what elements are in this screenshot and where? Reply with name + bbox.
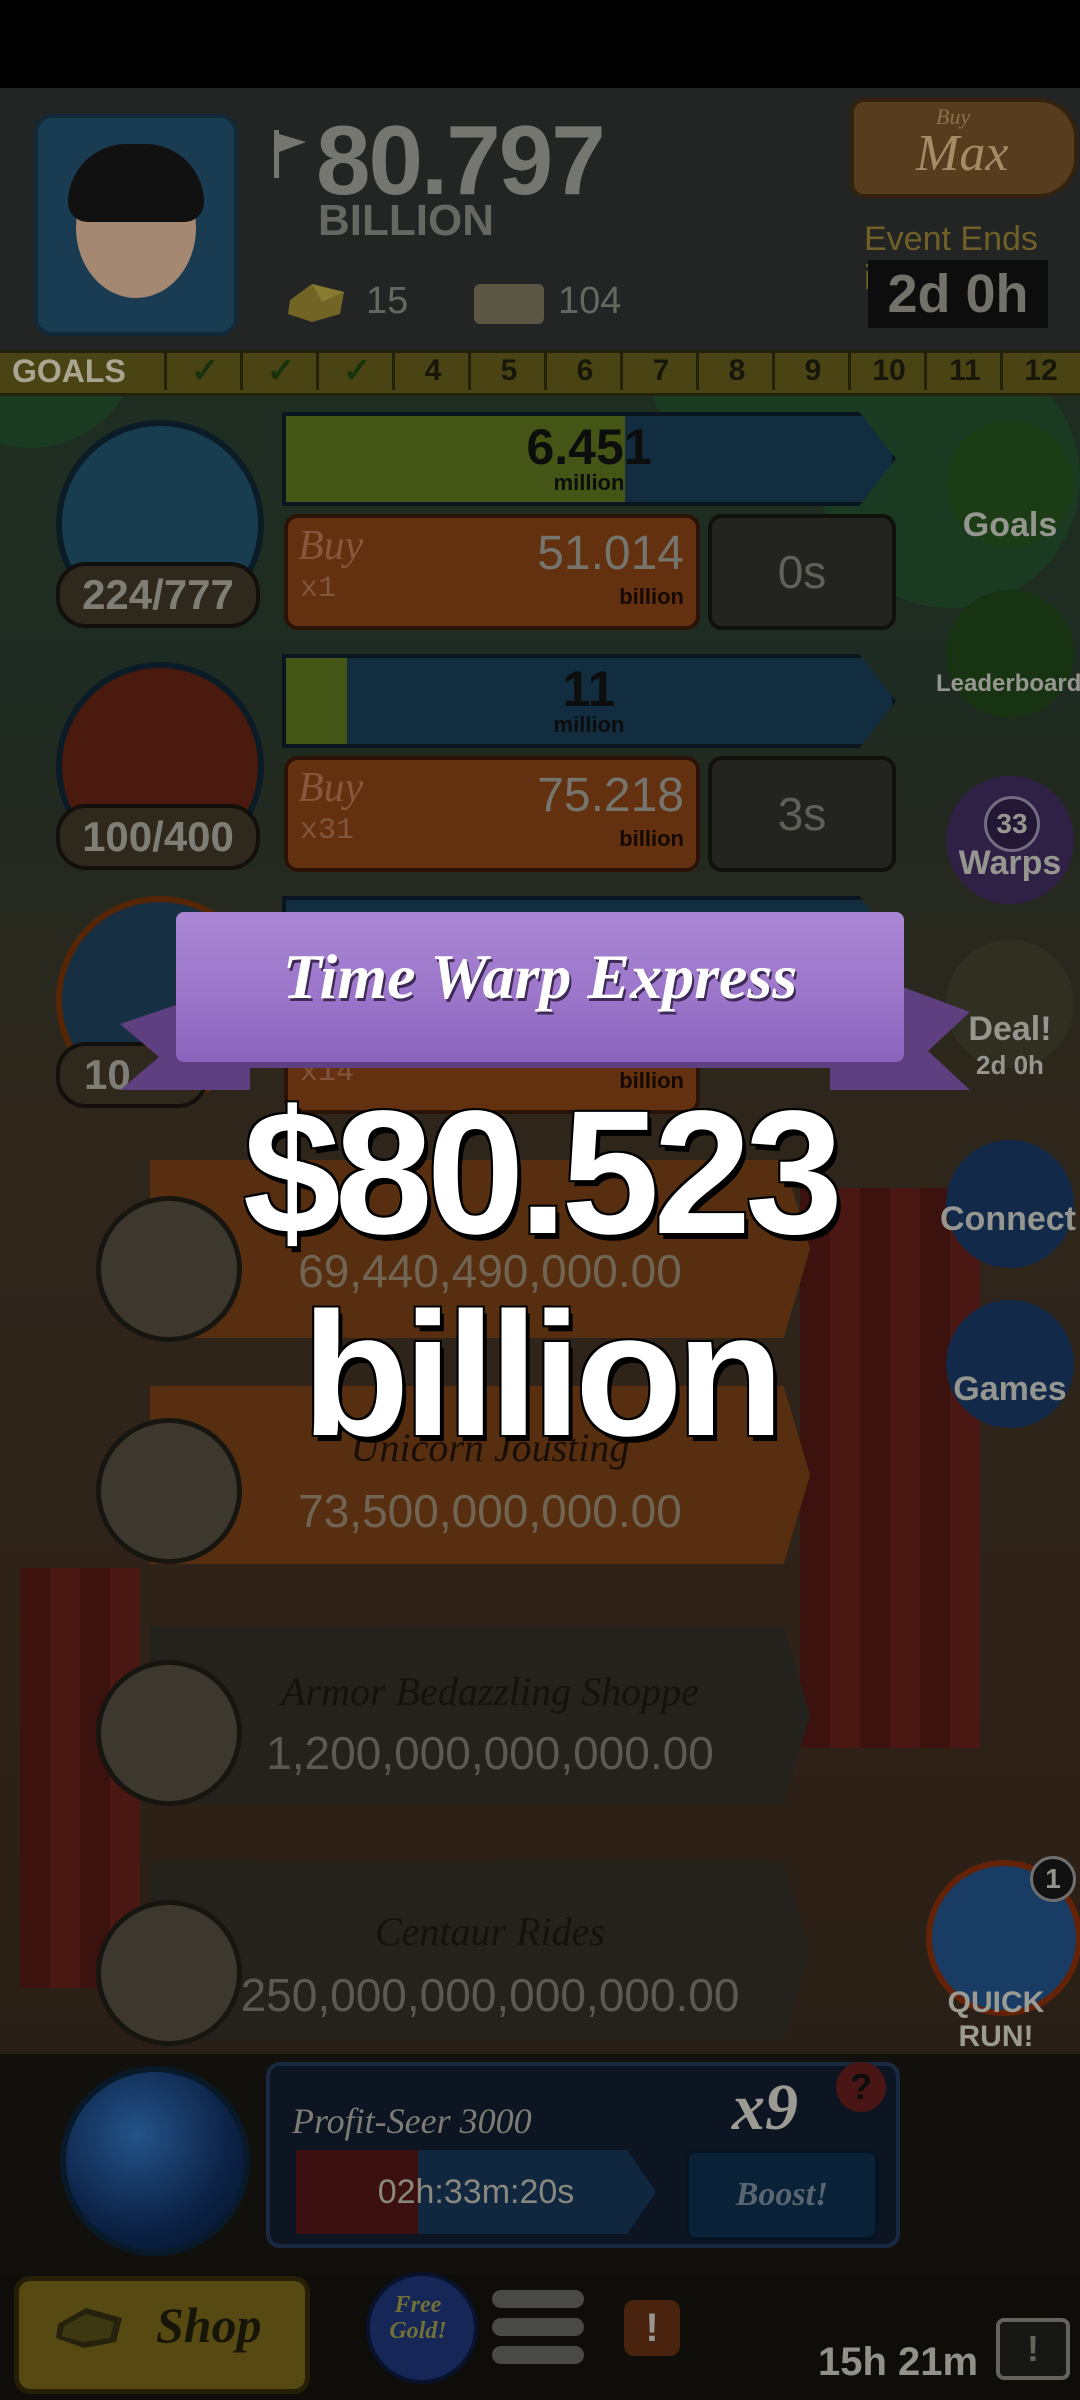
boost-button[interactable]: Boost!	[686, 2150, 878, 2240]
manager-cost: 73,500,000,000.00	[298, 1485, 682, 1537]
boost-timer: 02h:33m:20s	[377, 2173, 575, 2211]
goal-cell-1: ✓	[164, 352, 243, 390]
business-progress-bar[interactable]: 6.451 million	[282, 412, 896, 506]
goal-cell-11: 11	[924, 352, 1003, 390]
tv-icon[interactable]: !	[996, 2318, 1070, 2380]
goal-cell-4: 4	[392, 352, 471, 390]
manager-cost: 1,200,000,000,000.00	[266, 1727, 714, 1779]
business-timer: 0s	[708, 514, 896, 630]
buy-cost-unit: billion	[619, 584, 684, 609]
help-icon[interactable]: ?	[836, 2062, 886, 2112]
warps-label: Warps	[958, 844, 1062, 882]
buy-multiplier: x1	[300, 572, 337, 606]
flag-icon	[274, 130, 306, 178]
quick-run-badge: 1	[1030, 1856, 1076, 1902]
progress-unit: million	[553, 470, 625, 495]
goals-label: GOALS	[12, 353, 126, 389]
quick-run-label: QUICK RUN!	[947, 1986, 1045, 2053]
avatar[interactable]	[34, 114, 238, 336]
buy-button[interactable]: Buy x31 75.218 billion	[284, 756, 700, 872]
goal-cell-3: ✓	[316, 352, 395, 390]
buy-max-label: Max	[916, 125, 1009, 182]
goal-cell-6: 6	[544, 352, 623, 390]
event-timer: 2d 0h	[868, 260, 1048, 328]
menu-icon[interactable]	[492, 2288, 584, 2368]
game-screen: 80.797 BILLION 15 104 Buy Max Event Ends…	[0, 0, 1080, 2400]
boost-multiplier: x9	[732, 2071, 798, 2144]
gold-bar-icon	[56, 2308, 122, 2348]
buy-cost: 51.014	[537, 527, 684, 580]
manager-cost: 250,000,000,000,000.00	[240, 1969, 740, 2021]
business-progress-bar[interactable]: 11 million	[282, 654, 896, 748]
goal-cell-2: ✓	[240, 352, 319, 390]
goal-cell-5: 5	[468, 352, 547, 390]
gold-icon	[288, 284, 344, 322]
business-count: 100/400	[56, 804, 260, 870]
goals-side-label: Goals	[962, 506, 1058, 544]
crystal-ball-icon[interactable]	[60, 2066, 250, 2256]
gold-count: 15	[366, 280, 409, 322]
overlay-title: Time Warp Express	[282, 941, 798, 1012]
cash-unit: BILLION	[318, 196, 494, 245]
goal-cell-10: 10	[848, 352, 927, 390]
buy-label: Buy	[298, 765, 364, 811]
status-bar	[0, 0, 1080, 88]
bottom-timer: 15h 21m	[818, 2340, 979, 2384]
goal-cell-7: 7	[620, 352, 699, 390]
leaderboard-label: Leaderboard	[936, 670, 1080, 697]
business-count: 224/777	[56, 562, 260, 628]
manager-name: Armor Bedazzling Shoppe	[281, 1669, 699, 1714]
business-timer: 3s	[708, 756, 896, 872]
ticket-icon	[474, 284, 544, 324]
manager-name: Centaur Rides	[375, 1909, 605, 1954]
free-gold-label: Free Gold!	[389, 2292, 447, 2344]
progress-unit: million	[553, 712, 625, 737]
buy-button[interactable]: Buy x1 51.014 billion	[284, 514, 700, 630]
buy-cost: 75.218	[537, 769, 684, 822]
goal-cell-9: 9	[772, 352, 851, 390]
alert-icon[interactable]: !	[624, 2300, 680, 2356]
ticket-count: 104	[558, 280, 622, 322]
goal-cell-12: 12	[1000, 352, 1079, 390]
goal-cell-8: 8	[696, 352, 775, 390]
leaderboard-button[interactable]	[946, 590, 1074, 718]
buy-multiplier: x31	[300, 814, 355, 848]
boost-name: Profit-Seer 3000	[292, 2101, 532, 2141]
buy-cost-unit: billion	[619, 826, 684, 851]
buy-label: Buy	[298, 523, 364, 569]
shop-label: Shop	[156, 2297, 262, 2353]
progress-value: 6.451	[526, 419, 652, 475]
overlay-amount: $80.523 billion	[242, 1075, 843, 1473]
progress-value: 11	[562, 661, 616, 717]
